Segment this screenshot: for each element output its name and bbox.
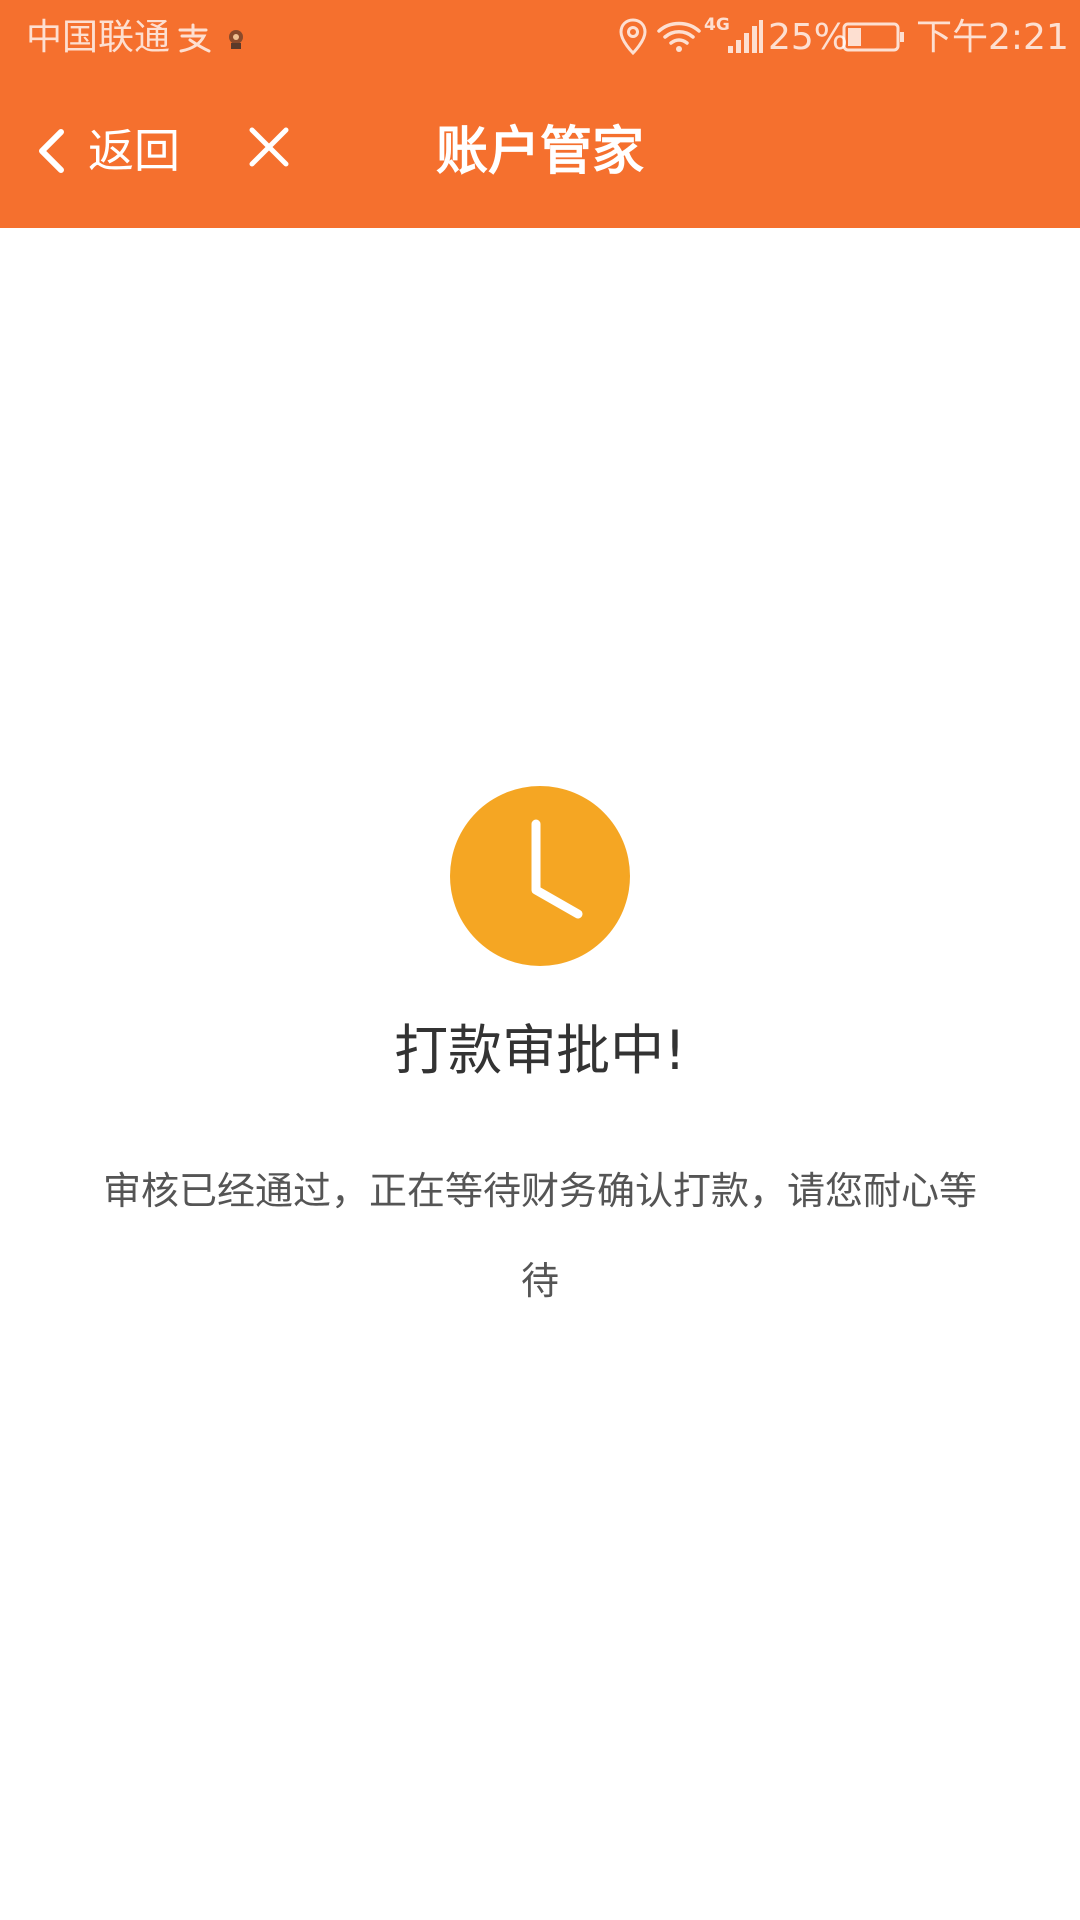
top-bar: 中国联通 4G 25% 下午2:21 返回 账户管家 bbox=[0, 0, 1080, 228]
app-notification-icon bbox=[229, 30, 243, 49]
status-time: 下午2:21 bbox=[916, 17, 1069, 58]
chevron-left-icon bbox=[39, 129, 64, 173]
status-bar: 中国联通 4G 25% 下午2:21 bbox=[0, 0, 1080, 76]
close-icon[interactable] bbox=[248, 126, 290, 168]
status-title: 打款审批中! bbox=[394, 1019, 686, 1082]
carrier-name: 中国联通 bbox=[26, 17, 171, 58]
status-description: 审核已经通过，正在等待财务确认打款，请您耐心等待 bbox=[102, 1169, 977, 1303]
battery-icon bbox=[842, 22, 904, 52]
battery-percent: 25% bbox=[768, 17, 849, 58]
back-label: 返回 bbox=[88, 124, 180, 178]
wifi-icon bbox=[657, 21, 701, 52]
alipay-icon bbox=[178, 23, 211, 53]
location-icon bbox=[619, 18, 647, 56]
navigation-bar: 返回 账户管家 bbox=[0, 76, 1080, 228]
back-button[interactable]: 返回 bbox=[36, 116, 180, 186]
signal-icon bbox=[728, 20, 763, 53]
clock-icon bbox=[450, 786, 630, 966]
